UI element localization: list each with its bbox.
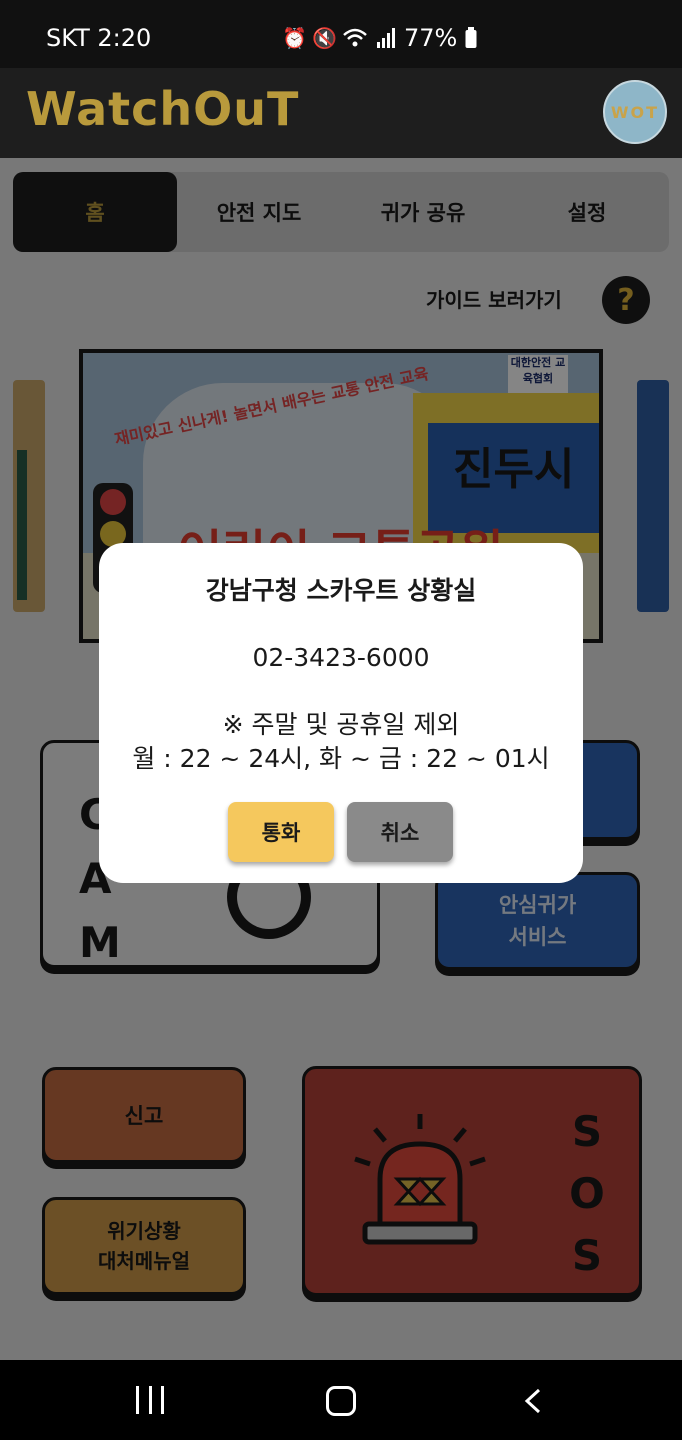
battery-percent: 77% bbox=[404, 24, 458, 52]
mute-icon: 🔇 bbox=[312, 26, 337, 50]
system-nav-bar bbox=[0, 1360, 682, 1440]
dialog-phone-number: 02-3423-6000 bbox=[252, 643, 430, 672]
wifi-icon bbox=[343, 28, 367, 47]
status-icons: ⏰ 🔇 77% bbox=[282, 24, 477, 52]
call-button[interactable]: 통화 bbox=[228, 802, 334, 862]
app-title: WatchOuT bbox=[26, 82, 300, 136]
battery-icon bbox=[465, 27, 477, 48]
alarm-icon: ⏰ bbox=[282, 26, 307, 50]
cancel-button[interactable]: 취소 bbox=[347, 802, 453, 862]
home-icon[interactable] bbox=[326, 1386, 356, 1416]
status-bar: SKT 2:20 ⏰ 🔇 77% bbox=[0, 0, 682, 68]
call-dialog: 강남구청 스카우트 상황실 02-3423-6000 ※ 주말 및 공휴일 제외… bbox=[99, 543, 583, 883]
recent-apps-icon[interactable] bbox=[136, 1386, 164, 1414]
app-bar: WatchOuT bbox=[0, 68, 682, 158]
dialog-hours: 월 : 22 ~ 24시, 화 ~ 금 : 22 ~ 01시 bbox=[132, 744, 550, 773]
app-logo[interactable]: WOT bbox=[603, 80, 667, 144]
signal-icon bbox=[377, 28, 395, 48]
back-icon[interactable] bbox=[524, 1388, 542, 1414]
dialog-title: 강남구청 스카우트 상황실 bbox=[205, 576, 477, 605]
status-carrier-time: SKT 2:20 bbox=[46, 24, 152, 52]
dialog-note: ※ 주말 및 공휴일 제외 bbox=[222, 710, 460, 739]
